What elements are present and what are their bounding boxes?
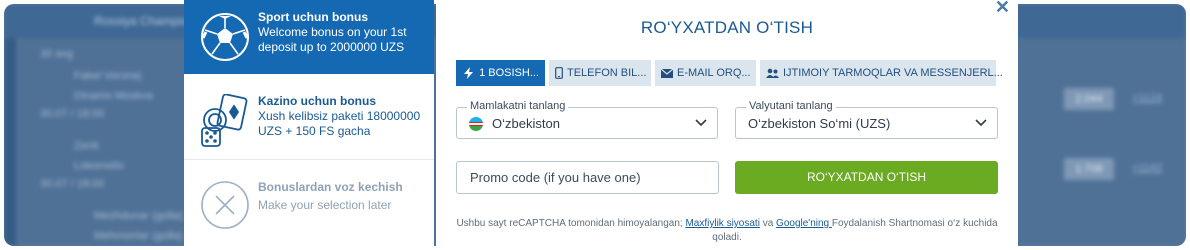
soccer-ball-icon: [201, 13, 249, 61]
bonus-description: Make your selection later: [258, 198, 392, 212]
background-time: 30.07 / 18:00: [40, 108, 105, 120]
background-team: Dinamo Moskva: [74, 90, 153, 102]
casino-cards-icon: [201, 94, 248, 147]
close-icon[interactable]: ✕: [995, 0, 1010, 18]
background-team: Mezhdunar (golla): [94, 210, 183, 222]
registration-modal: ✕ RO‘YXATDAN O‘TISH 1 BOSISH... TELEFON …: [436, 0, 1018, 246]
registration-tabs: 1 BOSISH... TELEFON BIL... E-MAIL ORQ...…: [456, 60, 1003, 86]
tab-label: 1 BOSISH...: [479, 67, 539, 79]
background-time: 30.07 / 18:00: [40, 178, 105, 190]
bonus-description: Welcome bonus on your 1st deposit up to …: [258, 25, 407, 54]
background-day-label: 30 avg: [40, 48, 74, 60]
currency-select[interactable]: Valyutani tanlang O‘zbekiston So‘mi (UZS…: [735, 100, 998, 139]
currency-select-label: Valyutani tanlang: [746, 100, 836, 112]
background-team: Mehmonlar (golla): [94, 230, 183, 242]
background-odd: 1.708: [1064, 158, 1114, 180]
note-text: Ushbu sayt reCAPTCHA tomonidan himoyalan…: [456, 218, 686, 229]
tab-label: IJTIMOIY TARMOQLAR VA MESSENJERL...: [783, 67, 1003, 79]
bonus-title: Sport uchun bonus: [258, 10, 368, 24]
phone-icon: [555, 67, 563, 79]
uzbekistan-flag-icon: [469, 116, 483, 131]
background-more-link: +1142: [1132, 162, 1163, 174]
background-more-link: +1124: [1132, 92, 1163, 104]
envelope-icon: [661, 67, 673, 79]
chevron-down-icon: [695, 119, 707, 127]
close-circle-icon: [201, 181, 249, 229]
privacy-policy-link[interactable]: Maxfiylik siyosati: [685, 218, 759, 229]
bonus-option-sport[interactable]: Sport uchun bonus Welcome bonus on your …: [184, 0, 434, 74]
tab-social[interactable]: IJTIMOIY TARMOQLAR VA MESSENJERL...: [760, 60, 1003, 86]
tab-label: TELEFON BIL...: [567, 67, 647, 79]
tab-email[interactable]: E-MAIL ORQ...: [655, 60, 756, 86]
country-select-label: Mamlakatni tanlang: [467, 100, 569, 112]
note-text: va: [759, 218, 777, 229]
tab-phone[interactable]: TELEFON BIL...: [549, 60, 651, 86]
lightning-icon: [462, 67, 475, 79]
register-button[interactable]: RO‘YXATDAN O‘TISH: [735, 161, 998, 194]
background-team: Fakel Voronej: [74, 70, 142, 82]
background-odd: 2.044: [1064, 88, 1114, 110]
promo-code-input[interactable]: Promo code (if you have one): [456, 161, 719, 194]
country-select[interactable]: Mamlakatni tanlang O‘zbekiston: [456, 100, 718, 139]
country-select-value: O‘zbekiston: [492, 116, 560, 131]
chevron-down-icon: [975, 119, 987, 127]
recaptcha-note: Ushbu sayt reCAPTCHA tomonidan himoyalan…: [456, 217, 998, 245]
bonus-description: Xush kelibsiz paketi 18000000 UZS + 150 …: [258, 109, 421, 138]
background-team: Zenit: [74, 140, 99, 152]
bonus-option-decline[interactable]: Bonuslardan voz kechish Make your select…: [184, 160, 434, 246]
tab-one-click[interactable]: 1 BOSISH...: [456, 60, 545, 86]
bonus-panel: Sport uchun bonus Welcome bonus on your …: [184, 0, 434, 246]
currency-select-value: O‘zbekiston So‘mi (UZS): [748, 116, 891, 131]
bonus-title: Bonuslardan voz kechish: [258, 180, 403, 194]
modal-title: RO‘YXATDAN O‘TISH: [640, 18, 814, 37]
tab-label: E-MAIL ORQ...: [677, 67, 751, 79]
google-terms-link[interactable]: Google'ning: [776, 218, 832, 229]
bonus-option-casino[interactable]: Kazino uchun bonus Xush kelibsiz paketi …: [184, 74, 434, 160]
background-team: Lokomotiv: [74, 160, 125, 172]
users-icon: [766, 67, 779, 79]
bonus-title: Kazino uchun bonus: [258, 94, 376, 108]
